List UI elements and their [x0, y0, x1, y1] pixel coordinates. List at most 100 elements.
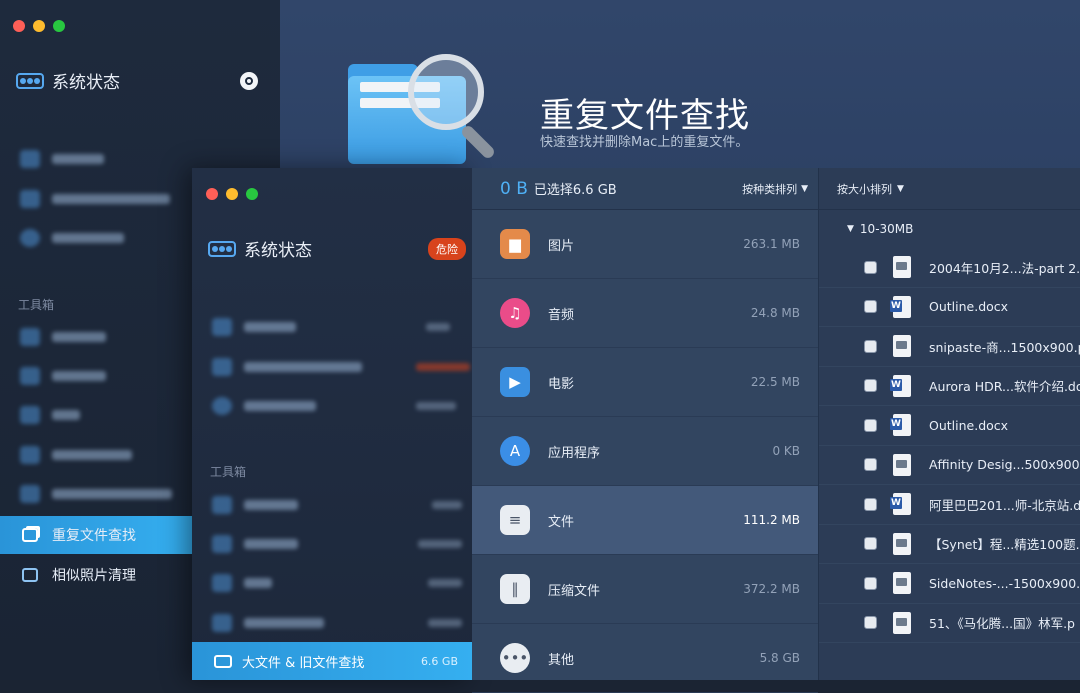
- blurred-nav-item[interactable]: [20, 229, 124, 247]
- file-checkbox[interactable]: [864, 260, 877, 274]
- file-name: SideNotes-...-1500x900.: [929, 575, 1080, 591]
- disclosure-triangle-icon: ▼: [847, 224, 854, 234]
- size-group-header[interactable]: ▼ 10-30MB: [819, 210, 1080, 248]
- file-checkbox[interactable]: [864, 616, 877, 630]
- category-name: 压缩文件: [548, 583, 601, 599]
- page-subtitle: 快速查找并删除Mac上的重复文件。: [540, 135, 749, 150]
- category-size: 0 KB: [772, 444, 800, 458]
- category-panel: 0 B 已选择6.6 GB 按种类排列 ▼ ▆ 图片 263.1 MB ♫ 音频 24.8…: [472, 168, 818, 693]
- blurred-nav-item[interactable]: [212, 574, 462, 592]
- status-indicator-icon[interactable]: [240, 72, 258, 90]
- blurred-nav-item[interactable]: [20, 406, 80, 424]
- blurred-nav-item[interactable]: [212, 318, 450, 336]
- brand-label: 系统状态: [244, 241, 312, 261]
- sidebar-item-duplicate-finder[interactable]: 重复文件查找: [0, 516, 192, 554]
- blurred-nav-item[interactable]: [20, 190, 170, 208]
- page-title: 重复文件查找: [540, 96, 750, 136]
- file-row[interactable]: Aurora HDR...软件介绍.do: [819, 367, 1080, 406]
- word-file-icon: [890, 374, 911, 397]
- file-checkbox[interactable]: [864, 379, 877, 393]
- category-size: 263.1 MB: [743, 237, 800, 251]
- category-row[interactable]: ∥ 压缩文件 372.2 MB: [472, 555, 818, 624]
- photo-icon: [22, 568, 38, 582]
- category-size: 24.8 MB: [750, 306, 800, 320]
- movie-icon: ▶: [500, 367, 530, 397]
- file-row[interactable]: Outline.docx: [819, 406, 1080, 446]
- file-checkbox[interactable]: [864, 537, 877, 551]
- sidebar-item-label: 相似照片清理: [52, 568, 136, 584]
- file-checkbox[interactable]: [864, 497, 877, 511]
- minimize-window-button[interactable]: [226, 188, 238, 200]
- size-group-label: 10-30MB: [859, 222, 914, 236]
- file-checkbox[interactable]: [864, 300, 877, 314]
- selected-size: 0 B: [500, 178, 528, 199]
- app-store-icon: A: [500, 436, 530, 466]
- blurred-nav-item[interactable]: [20, 328, 106, 346]
- document-icon: ≡: [500, 505, 530, 535]
- app-logo-icon: [208, 240, 236, 257]
- generic-file-icon: [893, 611, 911, 634]
- file-row[interactable]: 阿里巴巴201...师-北京站.d: [819, 485, 1080, 525]
- danger-badge[interactable]: 危险: [428, 238, 466, 260]
- sort-size-label: 按大小排列: [837, 182, 892, 196]
- blurred-nav-item[interactable]: [212, 535, 462, 553]
- file-name: 【Synet】程...精选100题.: [929, 537, 1080, 553]
- selected-label: 已选择6.6 GB: [533, 183, 617, 198]
- category-name: 音频: [548, 307, 575, 323]
- file-row[interactable]: Outline.docx: [819, 288, 1080, 327]
- category-row[interactable]: A 应用程序 0 KB: [472, 417, 818, 486]
- close-window-button[interactable]: [13, 20, 25, 32]
- sidebar-item-large-old-files[interactable]: 大文件 & 旧文件查找 6.6 GB: [192, 642, 472, 680]
- category-name: 应用程序: [548, 445, 601, 461]
- file-row[interactable]: 【Synet】程...精选100题.: [819, 525, 1080, 564]
- blurred-nav-item[interactable]: [20, 446, 132, 464]
- file-row[interactable]: 51、《马化腾...国》林军.p: [819, 604, 1080, 643]
- file-checkbox[interactable]: [864, 576, 877, 590]
- sidebar-item-similar-photos[interactable]: 相似照片清理: [0, 556, 136, 594]
- zoom-window-button[interactable]: [53, 20, 65, 32]
- front-sidebar: 系统状态 危险 工具箱 大文件 & 旧文件查找 6.6 GB: [192, 168, 472, 680]
- blurred-nav-item[interactable]: [212, 358, 470, 376]
- back-brand: 系统状态: [16, 68, 120, 93]
- blurred-nav-item[interactable]: [20, 485, 172, 503]
- briefcase-icon: [214, 654, 232, 668]
- zoom-window-button[interactable]: [246, 188, 258, 200]
- file-list-panel: 按大小排列 ▼ ▼ 10-30MB 2004年10月2...法-part 2.p…: [818, 168, 1080, 680]
- blurred-nav-item[interactable]: [20, 150, 104, 168]
- photos-icon: ▆: [500, 229, 530, 259]
- category-name: 电影: [548, 376, 575, 392]
- toolbox-section-label: 工具箱: [210, 465, 247, 479]
- file-checkbox[interactable]: [864, 339, 877, 353]
- category-row[interactable]: ▆ 图片 263.1 MB: [472, 210, 818, 279]
- category-row[interactable]: ••• 其他 5.8 GB: [472, 624, 818, 693]
- category-name: 其他: [548, 652, 575, 668]
- category-size: 5.8 GB: [759, 651, 800, 665]
- file-name: Outline.docx: [929, 417, 1009, 433]
- blurred-nav-item[interactable]: [20, 367, 106, 385]
- sort-by-type-dropdown[interactable]: 按种类排列 ▼: [742, 181, 808, 197]
- close-window-button[interactable]: [206, 188, 218, 200]
- music-icon: ♫: [500, 298, 530, 328]
- more-icon: •••: [500, 643, 530, 673]
- file-row[interactable]: SideNotes-...-1500x900.: [819, 564, 1080, 604]
- file-checkbox[interactable]: [864, 418, 877, 432]
- file-row[interactable]: snipaste-商...1500x900.p: [819, 327, 1080, 367]
- file-list-header[interactable]: 按大小排列 ▼: [819, 168, 1080, 210]
- category-row[interactable]: ≡ 文件 111.2 MB: [472, 486, 818, 555]
- chevron-down-icon: ▼: [801, 183, 808, 194]
- category-row[interactable]: ▶ 电影 22.5 MB: [472, 348, 818, 417]
- front-brand: 系统状态: [208, 236, 312, 261]
- minimize-window-button[interactable]: [33, 20, 45, 32]
- generic-file-icon: [893, 335, 911, 358]
- app-logo-icon: [16, 72, 44, 89]
- category-row[interactable]: ♫ 音频 24.8 MB: [472, 279, 818, 348]
- blurred-nav-item[interactable]: [212, 496, 462, 514]
- file-row[interactable]: 2004年10月2...法-part 2.p: [819, 248, 1080, 288]
- file-checkbox[interactable]: [864, 458, 877, 472]
- category-name: 图片: [548, 238, 575, 254]
- sidebar-item-label: 大文件 & 旧文件查找: [242, 655, 365, 671]
- file-row[interactable]: Affinity Desig...500x900.p: [819, 446, 1080, 485]
- blurred-nav-item[interactable]: [212, 614, 462, 632]
- blurred-nav-item[interactable]: [212, 397, 456, 415]
- generic-file-icon: [893, 532, 911, 555]
